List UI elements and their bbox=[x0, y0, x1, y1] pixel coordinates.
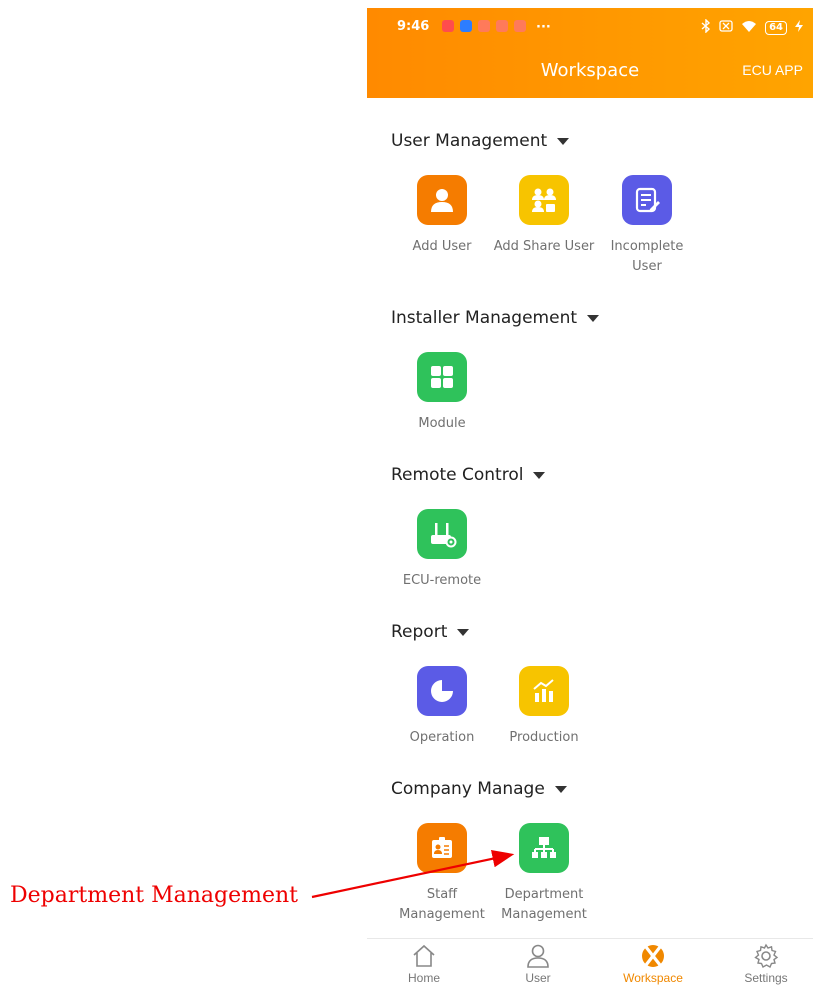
tile-label: Incomplete User bbox=[610, 239, 684, 274]
mi-notification-icon bbox=[442, 20, 454, 32]
bluetooth-icon bbox=[701, 18, 711, 36]
caret-down-icon bbox=[554, 785, 567, 793]
tile-module[interactable]: Module bbox=[387, 352, 497, 434]
nav-user[interactable]: User bbox=[498, 943, 578, 985]
nav-home[interactable]: Home bbox=[384, 943, 464, 985]
section-toggle-report[interactable]: Report bbox=[391, 622, 470, 642]
bottom-nav: Home User Workspace Settings bbox=[367, 938, 813, 987]
notification-icon bbox=[514, 20, 526, 32]
notification-icons: ··· bbox=[442, 20, 551, 35]
caret-down-icon bbox=[457, 628, 470, 636]
caret-down-icon bbox=[557, 137, 570, 145]
org-chart-icon bbox=[519, 823, 569, 873]
tile-operation[interactable]: Operation bbox=[387, 666, 497, 748]
tile-label: Department Management bbox=[501, 887, 587, 922]
tile-label: Add Share User bbox=[493, 239, 595, 254]
more-notifications-icon: ··· bbox=[536, 20, 551, 35]
notification-icon bbox=[478, 20, 490, 32]
section-toggle-user-management[interactable]: User Management bbox=[391, 131, 570, 151]
battery-indicator: 64 bbox=[765, 20, 787, 35]
status-bar: 9:46 ··· 64 bbox=[397, 18, 803, 40]
notification-icon bbox=[496, 20, 508, 32]
tile-label: Production bbox=[509, 730, 579, 745]
ecu-app-button[interactable]: ECU APP bbox=[742, 62, 803, 78]
pie-icon bbox=[417, 666, 467, 716]
section-title: Report bbox=[391, 622, 448, 642]
nav-settings[interactable]: Settings bbox=[726, 943, 806, 985]
id-badge-icon bbox=[417, 823, 467, 873]
section-toggle-remote-control[interactable]: Remote Control bbox=[391, 465, 546, 485]
tile-add-user[interactable]: Add User bbox=[387, 175, 497, 257]
nav-workspace[interactable]: Workspace bbox=[613, 943, 693, 985]
home-icon bbox=[384, 943, 464, 969]
tile-staff-management[interactable]: Staff Management bbox=[387, 823, 497, 925]
tile-label: Operation bbox=[409, 730, 475, 745]
tile-production[interactable]: Production bbox=[489, 666, 599, 748]
caret-down-icon bbox=[587, 314, 600, 322]
caret-down-icon bbox=[533, 471, 546, 479]
app-header: 9:46 ··· 64 Workspace ECU APP bbox=[367, 8, 813, 98]
section-title: Installer Management bbox=[391, 308, 578, 328]
tile-add-share-user[interactable]: Add Share User bbox=[489, 175, 599, 257]
annotation-label: Department Management bbox=[10, 883, 299, 908]
section-title: Company Manage bbox=[391, 779, 545, 799]
section-title: Remote Control bbox=[391, 465, 524, 485]
user-icon bbox=[498, 943, 578, 969]
nav-label: User bbox=[525, 971, 551, 985]
sim-off-icon bbox=[719, 20, 733, 35]
person-icon bbox=[417, 175, 467, 225]
edit-list-icon bbox=[622, 175, 672, 225]
tile-label: Add User bbox=[412, 239, 472, 254]
router-gear-icon bbox=[417, 509, 467, 559]
bar-trend-icon bbox=[519, 666, 569, 716]
nav-label: Settings bbox=[744, 971, 788, 985]
app-notification-icon bbox=[460, 20, 472, 32]
section-toggle-installer-management[interactable]: Installer Management bbox=[391, 308, 600, 328]
tile-department-management[interactable]: Department Management bbox=[489, 823, 599, 925]
charging-icon bbox=[795, 20, 803, 35]
tile-label: ECU-remote bbox=[402, 573, 482, 588]
share-users-icon bbox=[519, 175, 569, 225]
tile-ecu-remote[interactable]: ECU-remote bbox=[387, 509, 497, 591]
status-time: 9:46 bbox=[397, 19, 430, 34]
status-right: 64 bbox=[701, 18, 803, 36]
phone-screen: 9:46 ··· 64 Workspace ECU APP User Manag… bbox=[367, 0, 813, 987]
nav-label: Home bbox=[407, 971, 440, 985]
gear-icon bbox=[726, 943, 806, 969]
grid-icon bbox=[417, 352, 467, 402]
tile-label: Staff Management bbox=[399, 887, 485, 922]
tile-label: Module bbox=[418, 416, 466, 431]
wifi-icon bbox=[741, 20, 757, 35]
section-title: User Management bbox=[391, 131, 548, 151]
tile-incomplete-user[interactable]: Incomplete User bbox=[592, 175, 702, 277]
nav-label: Workspace bbox=[623, 971, 683, 985]
workspace-icon bbox=[613, 943, 693, 969]
section-toggle-company-manage[interactable]: Company Manage bbox=[391, 779, 567, 799]
